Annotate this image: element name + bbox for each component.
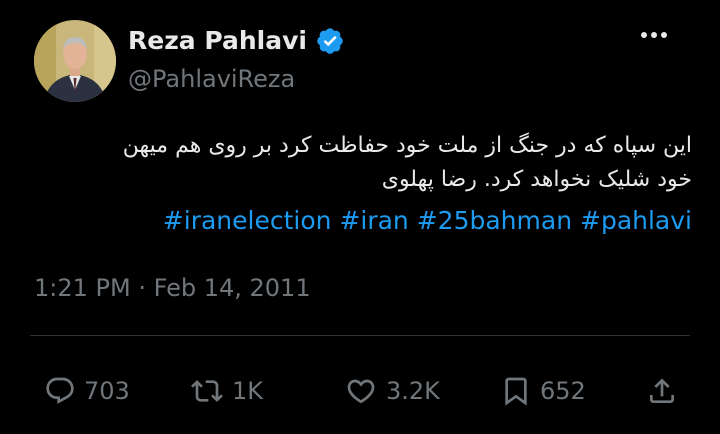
author-handle[interactable]: @PahlaviReza bbox=[128, 64, 295, 94]
author-display-name[interactable]: Reza Pahlavi bbox=[128, 26, 307, 56]
author-name-row[interactable]: Reza Pahlavi bbox=[128, 26, 345, 56]
like-button[interactable]: 3.2K bbox=[344, 370, 440, 412]
like-count: 3.2K bbox=[386, 377, 440, 405]
heart-icon bbox=[347, 379, 375, 404]
more-options-icon[interactable] bbox=[636, 20, 672, 50]
hashtag-list: #iranelection #iran #25bahman #pahlavi bbox=[30, 204, 692, 238]
bookmark-count: 652 bbox=[540, 377, 586, 405]
hashtag-link[interactable]: #25bahman bbox=[417, 206, 572, 235]
avatar[interactable] bbox=[34, 20, 116, 102]
reply-count: 703 bbox=[84, 377, 130, 405]
bookmark-button[interactable]: 652 bbox=[500, 370, 586, 412]
share-icon bbox=[650, 378, 674, 403]
reply-button[interactable]: 703 bbox=[44, 370, 130, 412]
tweet-text-line: این سپاه که در جنگ از ملت خود حفاظت کرد … bbox=[122, 133, 692, 158]
reply-icon bbox=[46, 377, 74, 404]
share-button[interactable] bbox=[646, 370, 678, 412]
tweet-text: این سپاه که در جنگ از ملت خود حفاظت کرد … bbox=[30, 129, 692, 197]
divider bbox=[30, 335, 690, 336]
repost-icon bbox=[191, 380, 223, 402]
tweet-timestamp[interactable]: 1:21 PM · Feb 14, 2011 bbox=[34, 273, 311, 303]
tweet-text-line: خود شلیک نخواهد کرد. رضا پهلوی bbox=[381, 167, 692, 192]
hashtag-link[interactable]: #pahlavi bbox=[580, 206, 692, 235]
bookmark-icon bbox=[505, 377, 527, 406]
hashtag-link[interactable]: #iran bbox=[339, 206, 408, 235]
hashtag-link[interactable]: #iranelection bbox=[163, 206, 332, 235]
action-bar: 703 1K 3.2K 652 bbox=[0, 370, 720, 412]
repost-button[interactable]: 1K bbox=[190, 370, 263, 412]
profile-photo-icon bbox=[34, 20, 116, 102]
repost-count: 1K bbox=[232, 377, 264, 405]
verified-badge-icon[interactable] bbox=[315, 26, 345, 56]
